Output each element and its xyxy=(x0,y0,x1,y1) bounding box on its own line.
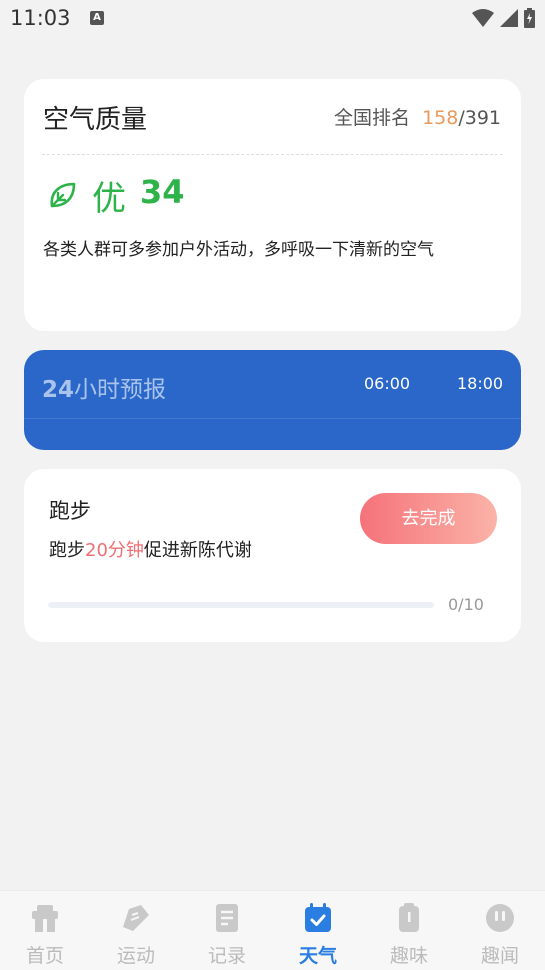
wifi-icon xyxy=(472,9,494,27)
air-quality-card: 空气质量 全国排名 158/391 优 34 各类人群可多参加户外活动，多呼吸一下… xyxy=(24,79,521,331)
air-quality-index: 34 xyxy=(140,173,185,211)
task-desc-highlight: 20分钟 xyxy=(85,540,144,561)
chat-icon xyxy=(486,904,514,932)
nav-item-home[interactable]: 首页 xyxy=(0,891,90,970)
calendar-check-icon xyxy=(305,903,331,932)
air-quality-title: 空气质量 xyxy=(43,105,148,135)
rank-value: 158 xyxy=(422,107,459,129)
leaf-icon xyxy=(50,182,76,208)
nav-label-sport: 运动 xyxy=(116,945,155,967)
forecast-title-hours: 24 xyxy=(42,377,75,403)
nav-item-weather[interactable]: 天气 xyxy=(273,891,363,970)
task-desc-suffix: 促进新陈代谢 xyxy=(143,540,252,561)
divider xyxy=(42,154,503,155)
nav-item-fun[interactable]: 趣味 xyxy=(364,891,454,970)
nav-item-sport[interactable]: 运动 xyxy=(91,891,181,970)
nav-label-home: 首页 xyxy=(25,945,64,967)
rank-label: 全国排名 xyxy=(334,107,411,129)
status-icons xyxy=(472,8,535,28)
task-progress-bar xyxy=(48,602,434,608)
nav-item-record[interactable]: 记录 xyxy=(182,891,272,970)
signal-icon xyxy=(500,9,518,27)
forecast-time: 06:00 xyxy=(364,374,411,393)
nav-label-news: 趣闻 xyxy=(480,945,519,967)
battery-icon xyxy=(524,8,535,28)
status-time: 11:03 xyxy=(10,6,71,30)
national-ranking: 全国排名 158/391 xyxy=(334,103,501,130)
forecast-title: 24小时预报 xyxy=(42,370,166,404)
notification-icon: A xyxy=(90,11,104,25)
task-desc-prefix: 跑步 xyxy=(49,540,85,561)
nav-item-news[interactable]: 趣闻 xyxy=(455,891,545,970)
bottom-nav: 首页 运动 记录 天气 趣味 趣闻 xyxy=(0,890,545,970)
home-icon xyxy=(32,905,58,932)
forecast-title-text: 小时预报 xyxy=(74,377,167,403)
nav-label-record: 记录 xyxy=(207,945,246,967)
air-quality-description: 各类人群可多参加户外活动，多呼吸一下清新的空气 xyxy=(43,240,434,260)
rank-total: /391 xyxy=(458,107,501,129)
document-icon xyxy=(216,904,238,932)
nav-label-fun: 趣味 xyxy=(389,945,428,967)
nav-label-weather: 天气 xyxy=(298,945,337,967)
fun-icon xyxy=(399,903,419,932)
task-progress-count: 0/10 xyxy=(448,595,484,614)
task-description: 跑步20分钟促进新陈代谢 xyxy=(49,536,252,562)
shoe-icon xyxy=(123,905,149,931)
forecast-time: 18:00 xyxy=(457,374,504,393)
air-quality-level: 优 xyxy=(92,179,126,219)
forecast-card[interactable]: 24小时预报 06:00 18:00 xyxy=(24,350,521,450)
task-title: 跑步 xyxy=(49,499,91,523)
status-bar: 11:03 A xyxy=(0,0,545,38)
running-task-card: 跑步 跑步20分钟促进新陈代谢 去完成 0/10 xyxy=(24,469,521,642)
go-complete-button[interactable]: 去完成 xyxy=(360,493,497,544)
forecast-divider xyxy=(24,418,521,419)
